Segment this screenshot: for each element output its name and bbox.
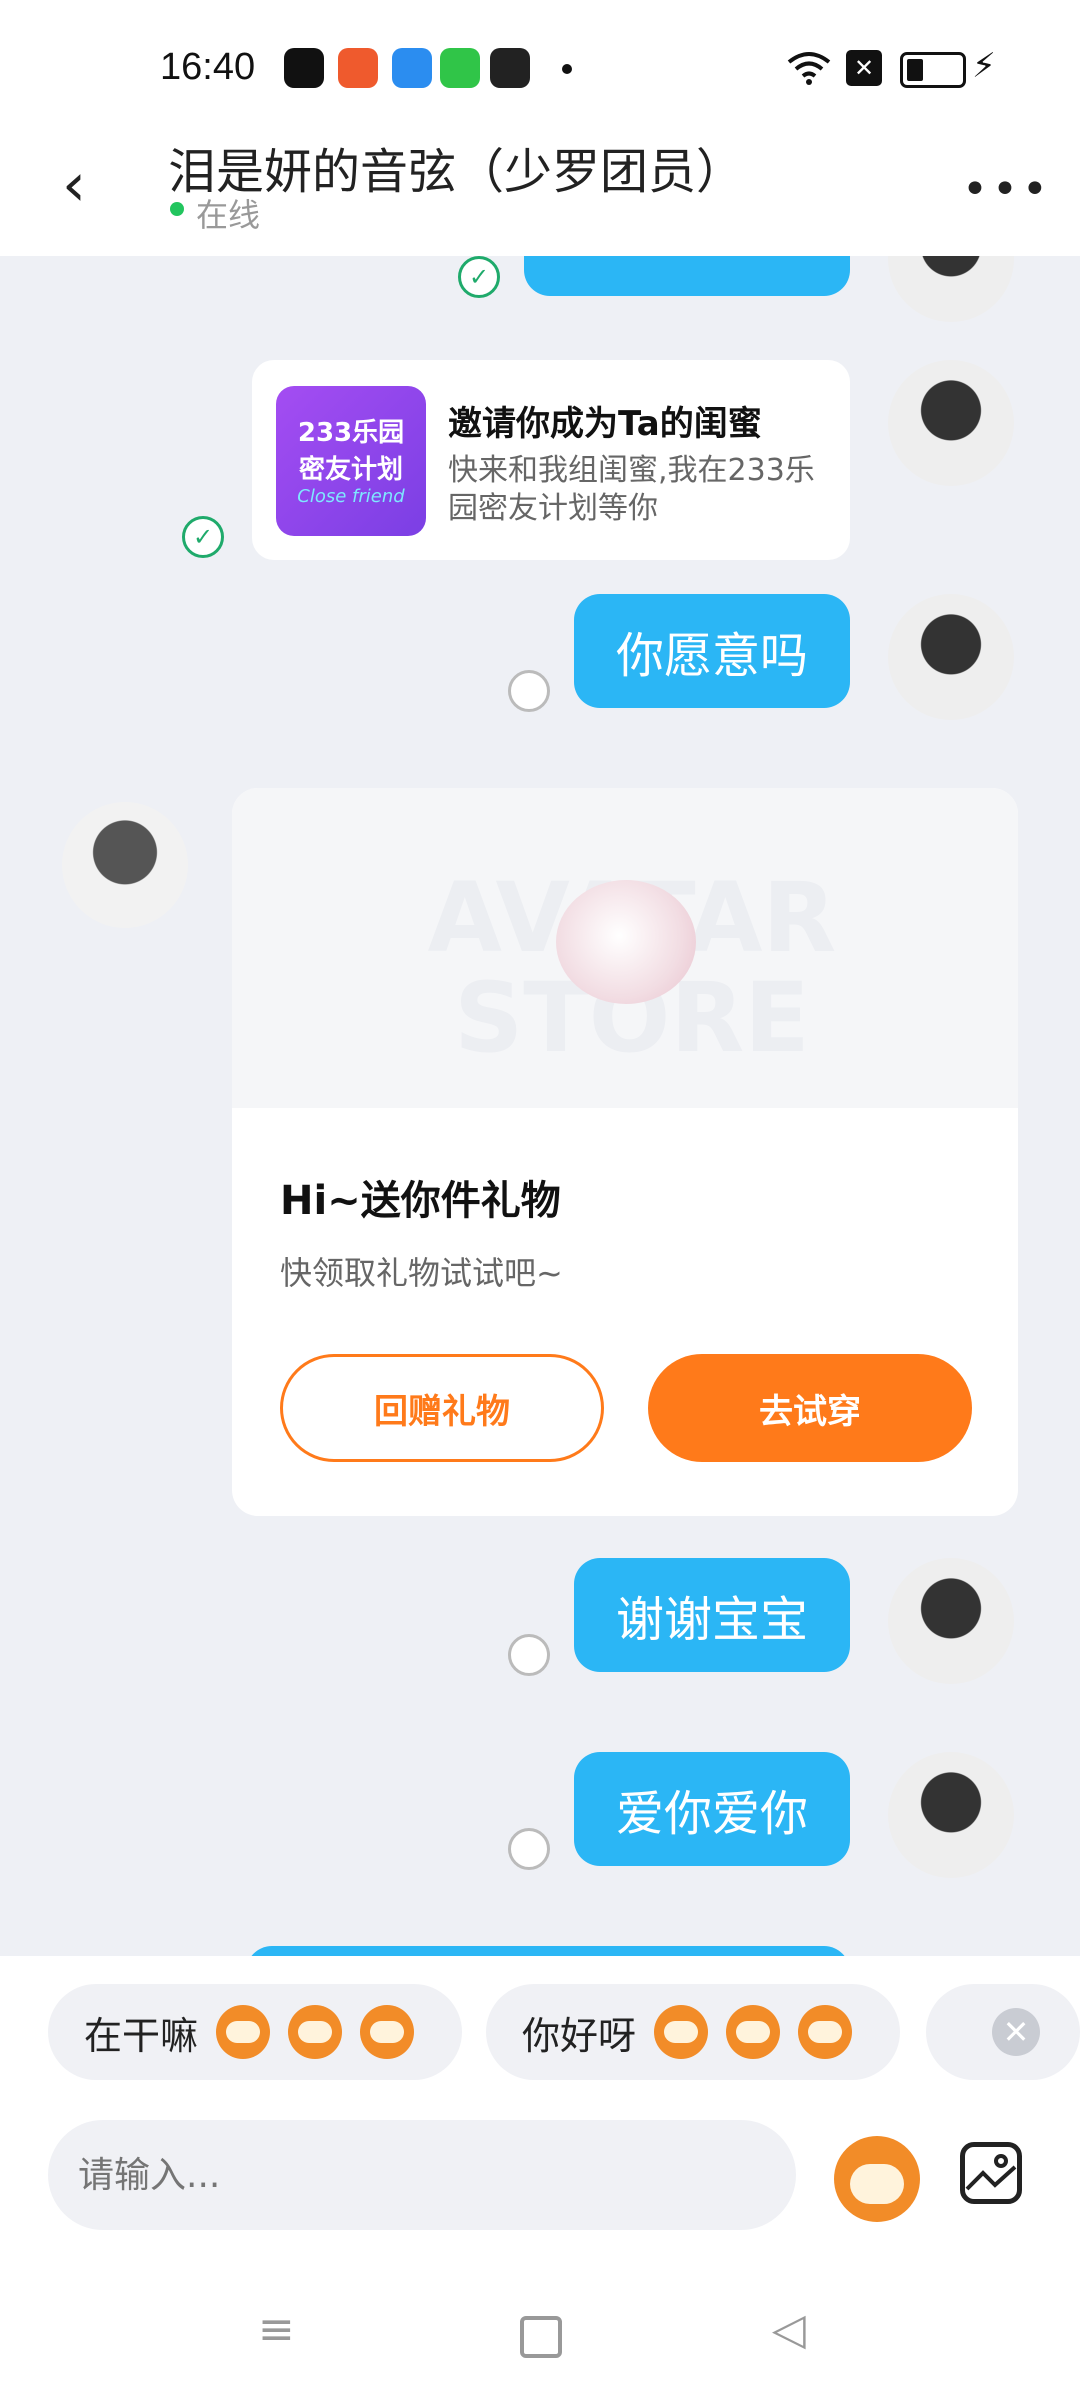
- my-avatar[interactable]: [888, 1558, 1014, 1684]
- message-list[interactable]: ✓ 233乐园 密友计划 Close friend 邀请你成为Ta的闺蜜 快来和…: [0, 256, 1080, 1956]
- nav-menu-icon[interactable]: ≡: [258, 2304, 295, 2355]
- green-app-notification-icon: [440, 48, 480, 88]
- quick-reply-chip[interactable]: 在干嘛: [48, 1984, 462, 2080]
- wifi-icon: [787, 52, 831, 85]
- image-text-line2: 密友计划: [298, 455, 403, 485]
- my-avatar[interactable]: [888, 360, 1014, 486]
- video-notification-icon: [338, 48, 378, 88]
- monkey-emoji-icon: [360, 2005, 415, 2059]
- read-check-icon: ✓: [458, 256, 500, 298]
- online-status-label: 在线: [196, 196, 261, 234]
- battery-icon: [900, 52, 966, 88]
- gift-preview-area: AVATAR STORE: [232, 788, 1018, 1108]
- app-notification-icon: [392, 48, 432, 88]
- my-avatar[interactable]: [888, 256, 1014, 322]
- monkey-emoji-icon: [726, 2005, 781, 2059]
- message-bubble[interactable]: 谢谢宝宝: [574, 1558, 850, 1672]
- monkey-emoji-icon: [288, 2005, 343, 2059]
- message-bubble-partial[interactable]: [524, 256, 850, 296]
- charging-icon: ⚡: [972, 46, 996, 86]
- image-text-line3: Close friend: [297, 486, 405, 507]
- return-gift-button[interactable]: 回赠礼物: [280, 1354, 604, 1462]
- invite-description: 快来和我组闺蜜,我在233乐园密友计划等你: [448, 453, 815, 526]
- my-avatar[interactable]: [888, 594, 1014, 720]
- invite-title: 邀请你成为Ta的闺蜜: [448, 404, 762, 444]
- gift-card[interactable]: AVATAR STORE Hi~送你件礼物 快领取礼物试试吧~ 回赠礼物 去试穿: [232, 788, 1018, 1516]
- status-time: 16:40: [160, 46, 256, 88]
- message-bubble[interactable]: 你愿意吗: [574, 594, 850, 708]
- no-sim-icon: ✕: [846, 50, 882, 86]
- close-friend-plan-image: 233乐园 密友计划 Close friend: [276, 386, 426, 536]
- monkey-emoji-icon: [798, 2005, 853, 2059]
- more-options-icon[interactable]: •••: [962, 164, 1052, 215]
- message-bubble[interactable]: 爱你爱你: [574, 1752, 850, 1866]
- monkey-emoji-icon: [654, 2005, 709, 2059]
- more-notifications-icon: [562, 64, 572, 74]
- close-quick-replies-icon[interactable]: ✕: [992, 2008, 1040, 2056]
- quick-reply-text: 在干嘛: [84, 2013, 199, 2058]
- nav-back-icon[interactable]: ◁: [772, 2304, 806, 2355]
- message-bubble-partial[interactable]: [246, 1946, 850, 1956]
- back-arrow-icon[interactable]: ‹: [62, 150, 102, 220]
- close-friend-invite-card[interactable]: 233乐园 密友计划 Close friend 邀请你成为Ta的闺蜜 快来和我组…: [252, 360, 850, 560]
- unread-status-icon: [508, 670, 550, 712]
- tiktok-notification-icon: [490, 48, 530, 88]
- message-input[interactable]: [48, 2120, 796, 2230]
- quick-reply-text: 你好呀: [522, 2013, 637, 2058]
- image-picker-icon[interactable]: [960, 2142, 1022, 2204]
- gift-title: Hi~送你件礼物: [280, 1178, 561, 1224]
- quick-reply-chip[interactable]: 你好呀: [486, 1984, 900, 2080]
- unread-status-icon: [508, 1634, 550, 1676]
- gift-subtitle: 快领取礼物试试吧~: [280, 1254, 563, 1292]
- nav-home-icon[interactable]: [520, 2316, 562, 2358]
- monkey-emoji-icon: [216, 2005, 271, 2059]
- online-status-dot: [170, 202, 184, 216]
- unread-status-icon: [508, 1828, 550, 1870]
- my-avatar[interactable]: [888, 1752, 1014, 1878]
- contact-avatar[interactable]: [62, 802, 188, 928]
- gift-item-image: [556, 880, 696, 1004]
- emoji-sticker-icon[interactable]: [834, 2136, 920, 2222]
- read-check-icon: ✓: [182, 516, 224, 558]
- douyin-notification-icon: [284, 48, 324, 88]
- image-text-line1: 233乐园: [297, 418, 405, 448]
- try-on-button[interactable]: 去试穿: [648, 1354, 972, 1462]
